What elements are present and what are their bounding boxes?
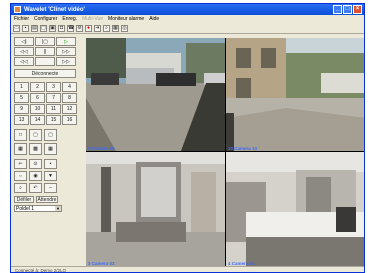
search-icon[interactable]: ⌕ — [103, 25, 110, 32]
disconnect-button[interactable]: Déconnecte — [14, 69, 76, 78]
window-icon[interactable]: ▢ — [40, 25, 47, 32]
toolbar: ▭ ▪ ▤ ▢ ▣ ◘ ☎ ⚙ ● ➜ ⌕ ▦ ◎ — [11, 24, 364, 34]
camera-4-button[interactable]: 4 — [62, 82, 77, 92]
menu-multi-vue[interactable]: Multi-Vue — [82, 16, 103, 22]
layout-2x2-button[interactable]: ▢ — [29, 129, 42, 141]
lock-icon[interactable]: ▣ — [49, 25, 56, 32]
camera-feed-image — [86, 152, 225, 266]
menu-aide[interactable]: Aide — [149, 16, 159, 22]
app-icon — [14, 6, 21, 13]
camera-3-button[interactable]: 3 — [46, 82, 61, 92]
control-panel: ◁| |▢ ▷ ◁◁ || ▷▷ ◁◁ ▷▷ Déconnecte 1 2 3 … — [14, 37, 80, 259]
undo-icon[interactable]: ↶ — [29, 183, 42, 193]
minimize-button[interactable]: _ — [333, 5, 342, 14]
camera-label: 9 Camera 09 — [88, 146, 115, 151]
eye-icon[interactable]: ◎ — [121, 25, 128, 32]
pan-left-icon[interactable]: ⇐ — [14, 159, 27, 169]
print-icon[interactable]: ▤ — [31, 25, 38, 32]
stop-speed-button[interactable]: Attendre — [36, 196, 58, 203]
camera-7-button[interactable]: 7 — [46, 93, 61, 103]
camera-feed-image — [86, 38, 225, 151]
maximize-button[interactable]: □ — [343, 5, 352, 14]
camera-12-button[interactable]: 12 — [62, 104, 77, 114]
camera-1-button[interactable]: 1 — [14, 82, 29, 92]
layout-grid-b-button[interactable]: ▩ — [29, 143, 42, 155]
close-button[interactable]: × — [353, 5, 362, 14]
camera-8-button[interactable]: 8 — [62, 93, 77, 103]
camera-view-10[interactable]: 10 Camera 10 — [226, 38, 364, 151]
camera-grid: 27.07.2003 08:47:15 9 Camera 09 — [86, 38, 364, 266]
chevron-down-icon[interactable]: ▼ — [55, 206, 61, 211]
menu-fichier[interactable]: Fichier — [14, 16, 29, 22]
camera-14-button[interactable]: 14 — [30, 115, 45, 125]
status-bar: Connecté à: Demo 2/2LO — [11, 266, 364, 273]
app-window: Wavelet 'Clinet vidéo' _ □ × Fichier Con… — [10, 3, 365, 273]
camera-16-button[interactable]: 16 — [62, 115, 77, 125]
camera-6-button[interactable]: 6 — [30, 93, 45, 103]
open-icon[interactable]: ▭ — [13, 25, 20, 32]
status-text: Connecté à: Demo 2/2LO — [15, 268, 67, 273]
rewind-button[interactable]: ◁◁ — [14, 47, 34, 56]
camera-feed-image — [226, 152, 364, 266]
camera-15-button[interactable]: 15 — [46, 115, 61, 125]
zoom-icon[interactable]: ⌕ — [14, 183, 27, 193]
record-icon[interactable]: ● — [85, 25, 92, 32]
arrow-icon[interactable]: ➜ — [94, 25, 101, 32]
focus-icon[interactable]: ⊙ — [29, 159, 42, 169]
menu-enreg[interactable]: Enreg. — [62, 16, 77, 22]
save-icon[interactable]: ▪ — [22, 25, 29, 32]
layout-grid-c-button[interactable]: ▦ — [44, 143, 57, 155]
camera-label: 10 Camera 10 — [228, 146, 258, 151]
tilt-icon[interactable]: ▼ — [44, 171, 57, 181]
forward-button[interactable]: ▷▷ — [56, 47, 76, 56]
dot-icon[interactable]: • — [44, 159, 57, 169]
fast-forward-button[interactable]: ▷▷ — [56, 57, 76, 66]
layout-1x1-button[interactable]: □ — [14, 129, 27, 141]
step-back-button[interactable]: ◁| — [14, 37, 34, 46]
camera-10-button[interactable]: 10 — [30, 104, 45, 114]
camera-icon[interactable]: ◘ — [58, 25, 65, 32]
camera-9-button[interactable]: 9 — [14, 104, 29, 114]
menu-bar: Fichier Configurer Enreg. Multi-Vue Moni… — [11, 15, 364, 23]
dash-icon[interactable]: ‒ — [44, 183, 57, 193]
play-button[interactable]: ▷ — [56, 37, 76, 46]
camera-11-button[interactable]: 11 — [46, 104, 61, 114]
layout-grid-a-button[interactable]: ▦ — [14, 143, 27, 155]
title-bar[interactable]: Wavelet 'Clinet vidéo' _ □ × — [11, 4, 364, 15]
preset-value: Poldel 1 — [16, 206, 35, 212]
slower-button[interactable]: Défiler — [14, 196, 34, 203]
camera-feed-image — [226, 38, 364, 151]
window-title: Wavelet 'Clinet vidéo' — [24, 6, 85, 13]
fast-rewind-button[interactable]: ◁◁ — [14, 57, 34, 66]
blank-button[interactable] — [35, 57, 55, 66]
stop-button[interactable]: |▢ — [35, 37, 55, 46]
camera-view-03[interactable]: 3 Camera 03 — [86, 152, 225, 266]
camera-2-button[interactable]: 2 — [30, 82, 45, 92]
camera-view-04[interactable]: 4 Camera 04 — [226, 152, 364, 266]
camera-view-09[interactable]: 9 Camera 09 — [86, 38, 225, 151]
pan-right-icon[interactable]: ⇔ — [14, 171, 27, 181]
layout-3x3-button[interactable]: ▢ — [44, 129, 57, 141]
settings-icon[interactable]: ⚙ — [76, 25, 83, 32]
menu-moniteur-alarme[interactable]: Moniteur alarme — [108, 16, 144, 22]
camera-13-button[interactable]: 13 — [14, 115, 29, 125]
phone-icon[interactable]: ☎ — [67, 25, 74, 32]
preset-select[interactable]: Poldel 1 ▼ — [14, 205, 62, 212]
iris-icon[interactable]: ◉ — [29, 171, 42, 181]
camera-5-button[interactable]: 5 — [14, 93, 29, 103]
layout-icon[interactable]: ▦ — [112, 25, 119, 32]
menu-configurer[interactable]: Configurer — [34, 16, 57, 22]
pause-button[interactable]: || — [35, 47, 55, 56]
